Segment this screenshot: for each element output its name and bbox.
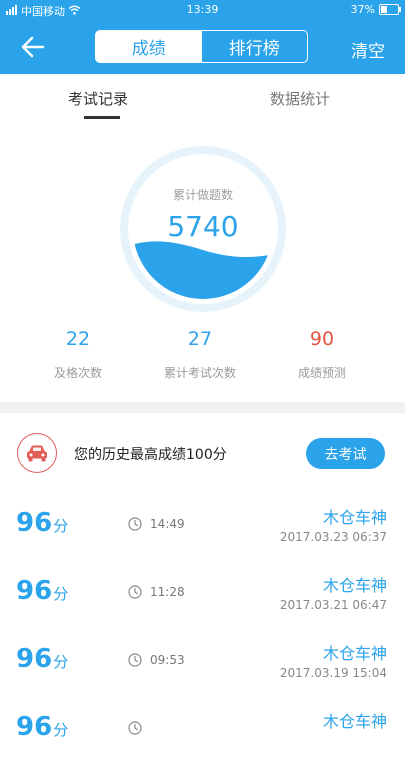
stat-value: 90 bbox=[309, 328, 335, 350]
score-unit: 分 bbox=[53, 517, 69, 535]
back-button[interactable] bbox=[18, 32, 50, 62]
stat-label: 累计考试次数 bbox=[163, 366, 236, 380]
stat-score-prediction: 90 成绩预测 bbox=[284, 328, 360, 381]
record-duration: 14:49 bbox=[150, 517, 185, 531]
score-unit: 分 bbox=[53, 721, 69, 739]
sub-tabs: 考试记录 数据统计 bbox=[0, 74, 405, 124]
clock-icon bbox=[128, 516, 142, 531]
score-value: 96 bbox=[16, 712, 53, 742]
battery-level bbox=[381, 6, 387, 13]
clock-icon bbox=[128, 584, 142, 599]
record-row[interactable]: 96分 木仓车神 bbox=[0, 696, 405, 764]
record-user-name: 木仓车神 bbox=[322, 576, 387, 595]
stat-label: 及格次数 bbox=[53, 366, 102, 380]
record-date: 2017.03.23 06:37 bbox=[279, 530, 387, 544]
segment-ranking[interactable]: 排行榜 bbox=[202, 31, 308, 62]
clock-icon bbox=[128, 720, 142, 735]
nav-bar: 成绩 排行榜 清空 bbox=[0, 20, 405, 74]
active-tab-indicator bbox=[84, 116, 120, 119]
record-duration: 09:53 bbox=[150, 653, 185, 667]
record-score: 96分 bbox=[16, 508, 68, 538]
clock-icon bbox=[128, 652, 142, 667]
record-row[interactable]: 96分 09:53 木仓车神 2017.03.19 15:04 bbox=[0, 628, 405, 696]
tab-data-stats[interactable]: 数据统计 bbox=[270, 88, 330, 109]
record-user-name: 木仓车神 bbox=[322, 644, 387, 663]
stat-value: 22 bbox=[65, 328, 91, 350]
battery-icon bbox=[379, 4, 401, 15]
back-arrow-icon bbox=[18, 36, 48, 66]
record-score: 96分 bbox=[16, 644, 68, 674]
score-value: 96 bbox=[16, 644, 53, 674]
score-unit: 分 bbox=[53, 585, 69, 603]
battery-percent: 37% bbox=[350, 3, 375, 16]
status-bar: 中国移动 13:39 37% bbox=[0, 0, 405, 20]
stat-pass-count: 22 及格次数 bbox=[40, 328, 116, 381]
record-score: 96分 bbox=[16, 576, 68, 606]
best-score-text: 您的历史最高成绩100分 bbox=[74, 447, 227, 463]
best-score-row: 您的历史最高成绩100分 去考试 bbox=[0, 413, 405, 495]
section-divider bbox=[0, 402, 405, 413]
stat-value: 27 bbox=[187, 328, 213, 350]
record-row[interactable]: 96分 14:49 木仓车神 2017.03.23 06:37 bbox=[0, 492, 405, 560]
record-date: 2017.03.21 06:47 bbox=[279, 598, 387, 612]
record-date: 2017.03.19 15:04 bbox=[279, 666, 387, 680]
record-score: 96分 bbox=[16, 712, 68, 742]
record-user-name: 木仓车神 bbox=[322, 508, 387, 527]
score-value: 96 bbox=[16, 508, 53, 538]
stat-exam-count: 27 累计考试次数 bbox=[150, 328, 250, 381]
record-row[interactable]: 96分 11:28 木仓车神 2017.03.21 06:47 bbox=[0, 560, 405, 628]
record-user-name: 木仓车神 bbox=[322, 712, 387, 731]
car-icon bbox=[17, 433, 57, 473]
status-right: 37% bbox=[350, 3, 401, 16]
gauge-title: 累计做题数 bbox=[172, 188, 233, 202]
segment-scores[interactable]: 成绩 bbox=[96, 31, 202, 62]
segment-control: 成绩 排行榜 bbox=[95, 30, 308, 63]
gauge-value: 5740 bbox=[167, 210, 239, 243]
score-unit: 分 bbox=[53, 653, 69, 671]
status-time: 13:39 bbox=[186, 3, 219, 16]
tab-exam-records[interactable]: 考试记录 bbox=[68, 88, 128, 109]
stat-label: 成绩预测 bbox=[297, 366, 346, 380]
clear-button[interactable]: 清空 bbox=[351, 37, 385, 62]
record-duration: 11:28 bbox=[150, 585, 185, 599]
take-exam-button[interactable]: 去考试 bbox=[306, 438, 385, 469]
score-value: 96 bbox=[16, 576, 53, 606]
